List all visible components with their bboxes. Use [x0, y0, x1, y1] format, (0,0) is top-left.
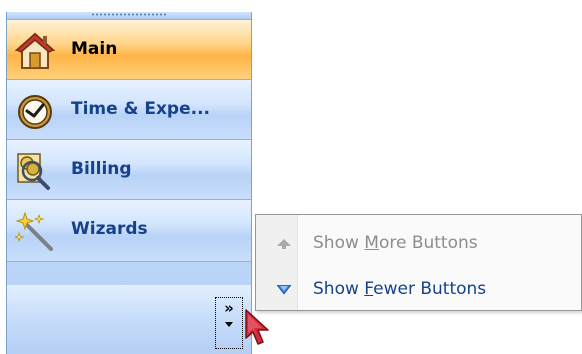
chevron-double-right-icon: » [224, 299, 234, 317]
house-icon [15, 32, 55, 69]
menu-item-label: Show Fewer Buttons [313, 279, 487, 299]
menu-item-show-fewer-buttons[interactable]: Show Fewer Buttons [259, 273, 579, 307]
nav-item-label: Billing [71, 159, 132, 179]
outlook-style-navigation-window: Main Time & Expe... Billing Wizards » Sh… [0, 0, 582, 354]
grip-dots [91, 13, 167, 16]
menu-item-show-more-buttons[interactable]: Show More Buttons [259, 227, 579, 261]
navigation-pane: Main Time & Expe... Billing Wizards » [6, 12, 252, 354]
magic-wand-icon [15, 211, 53, 251]
chevron-down-icon [225, 322, 233, 327]
arrow-up-icon [277, 239, 291, 249]
nav-item-label: Time & Expe... [71, 99, 210, 119]
menu-item-label: Show More Buttons [313, 233, 478, 253]
mouse-pointer-icon [245, 309, 269, 345]
nav-item-billing[interactable]: Billing [7, 140, 251, 200]
pane-resize-grip[interactable] [7, 12, 251, 20]
nav-item-label: Wizards [71, 219, 148, 239]
configure-buttons-button[interactable]: » [215, 297, 243, 349]
arrow-down-icon [277, 285, 291, 295]
nav-item-label: Main [71, 39, 118, 59]
configure-buttons-menu: Show More Buttons Show Fewer Buttons [255, 214, 582, 311]
coins-magnifier-icon [17, 153, 50, 190]
nav-item-wizards[interactable]: Wizards [7, 200, 251, 262]
overflow-button-strip: » [7, 285, 251, 354]
nav-item-main[interactable]: Main [7, 20, 251, 80]
clock-icon [18, 95, 52, 129]
nav-item-time-expense[interactable]: Time & Expe... [7, 80, 251, 140]
